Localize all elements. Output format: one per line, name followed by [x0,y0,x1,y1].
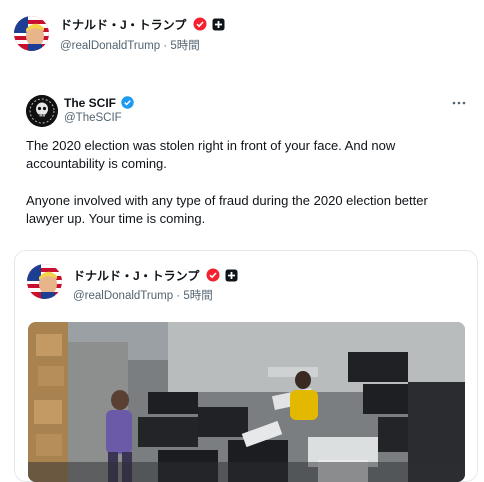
nested-government-badge-icon [225,269,238,285]
author-handle[interactable]: @realDonaldTrump [60,40,160,52]
scif-author-name[interactable]: The SCIF [64,96,116,110]
nested-affiliate-badge-icon [206,268,220,285]
verified-badge-icon [121,96,135,112]
scif-paragraph-2: Anyone involved with any type of fraud d… [26,193,428,226]
scif-author-row: The SCIF [64,96,135,112]
author-row: ドナルド・J・トランプ [60,16,225,34]
separator: · [163,40,168,52]
trump-avatar[interactable] [14,16,49,51]
government-badge-icon [212,18,225,34]
nested-author-name[interactable]: ドナルド・J・トランプ [73,269,199,283]
scif-paragraph-1: The 2020 election was stolen right in fr… [26,138,396,171]
nested-post-time[interactable]: 5時間 [183,290,212,302]
nested-author-handle[interactable]: @realDonaldTrump [73,290,173,302]
nested-handle-row: @realDonaldTrump · 5時間 [73,287,213,303]
scif-avatar[interactable] [26,95,58,127]
affiliate-badge-icon [193,17,207,34]
video-thumbnail[interactable] [28,322,465,482]
scif-handle[interactable]: @TheSCIF [64,112,122,124]
nested-author-row: ドナルド・J・トランプ [73,267,238,285]
handle-row: @realDonaldTrump · 5時間 [60,37,200,53]
nested-trump-avatar[interactable] [27,264,62,299]
post-time[interactable]: 5時間 [170,40,199,52]
nested-quote-card[interactable]: ドナルド・J・トランプ @realDonaldTrump · 5時間 [14,250,478,482]
more-options-icon[interactable] [451,96,467,110]
nested-separator: · [176,290,181,302]
author-name[interactable]: ドナルド・J・トランプ [60,18,186,32]
